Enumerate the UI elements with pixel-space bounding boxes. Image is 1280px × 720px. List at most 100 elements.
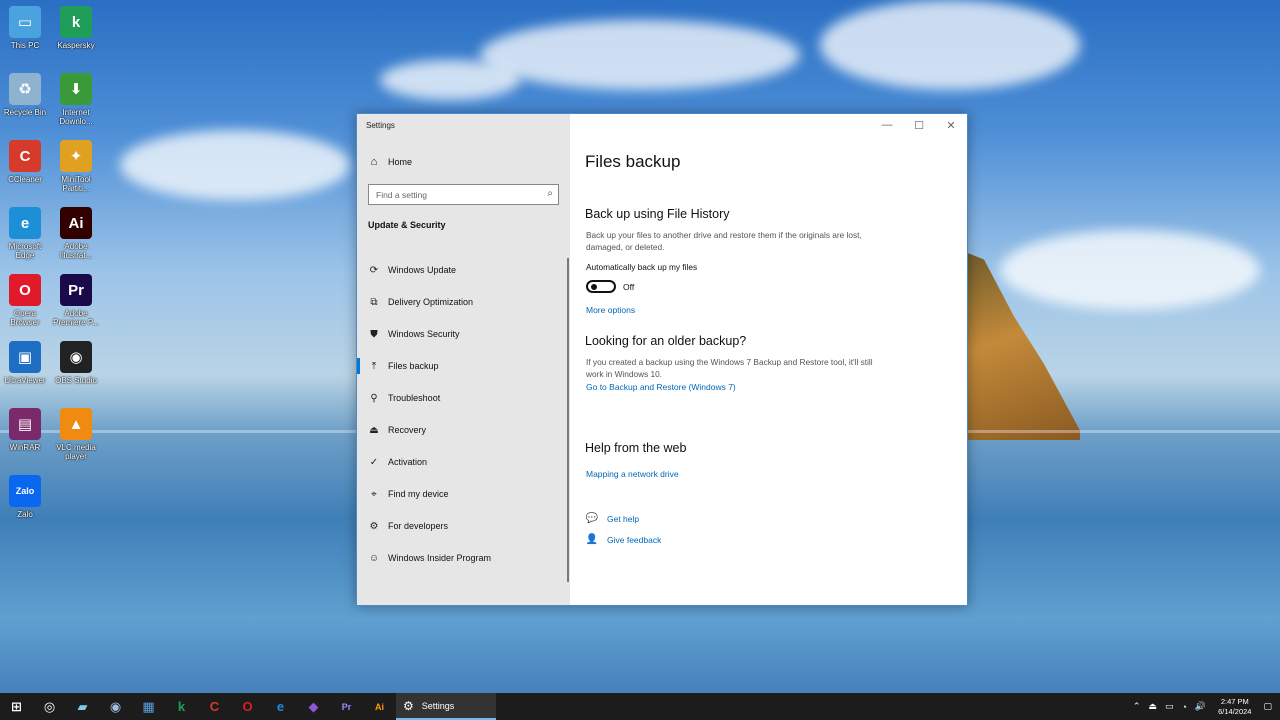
taskbar-settings-app[interactable]: ⚙ Settings: [396, 693, 496, 720]
give-feedback-link[interactable]: 👤 Give feedback: [585, 534, 662, 545]
desktop-icon[interactable]: C CCleaner: [0, 140, 50, 184]
pinned-apps: ◎ ▰ ◉ ▦ k C Oe ◆ Pr Ai: [33, 693, 396, 720]
edge-icon[interactable]: e: [264, 693, 297, 720]
gear-icon: ⚙: [403, 698, 414, 713]
notepad-icon[interactable]: ▰: [66, 693, 99, 720]
desktop-icon-label: CCleaner: [8, 175, 42, 184]
sidebar-item-activation[interactable]: ✓ Activation: [357, 446, 570, 478]
backup-restore-link[interactable]: Go to Backup and Restore (Windows 7): [586, 382, 736, 392]
illustrator-icon[interactable]: Ai: [363, 693, 396, 720]
usb-icon[interactable]: ⏏: [1148, 701, 1157, 712]
sidebar-item-label: Find my device: [388, 489, 449, 499]
search-placeholder: Find a setting: [376, 190, 428, 200]
sidebar-item-delivery-optimization[interactable]: ⧉ Delivery Optimization: [357, 286, 570, 318]
check-circle-icon: ✓: [369, 456, 379, 468]
sidebar-item-windows-insider-program[interactable]: ☺ Windows Insider Program: [357, 542, 570, 574]
visual-studio-icon[interactable]: ◆: [297, 693, 330, 720]
edge-icon: e: [9, 207, 41, 239]
wifi-icon[interactable]: ◔: [1181, 702, 1186, 712]
feedback-icon: 👤: [585, 534, 599, 545]
desktop-icon[interactable]: ▣ UltraViewer: [0, 341, 50, 385]
cloud: [120, 130, 350, 200]
winrar-icon: ▤: [9, 408, 41, 440]
toggle-label: Automatically back up my files: [586, 262, 698, 272]
sidebar-item-windows-security[interactable]: ⛊ Windows Security: [357, 318, 570, 350]
sidebar: Settings ⌂ Home Find a setting ⌕ Update …: [357, 114, 570, 605]
sidebar-item-label: Windows Insider Program: [388, 553, 492, 563]
page-title: Files backup: [585, 152, 681, 171]
ccleaner-icon: C: [9, 140, 41, 172]
scrollbar[interactable]: [567, 258, 569, 582]
shield-icon: ⛊: [370, 328, 378, 340]
desktop-icon[interactable]: ⬇ Internet Downlo...: [51, 73, 101, 126]
get-help-label: Get help: [607, 513, 640, 524]
search-icon[interactable]: ⌕: [547, 188, 553, 199]
file-history-heading: Back up using File History: [585, 207, 730, 221]
opera-icon: O: [9, 274, 41, 306]
start-button[interactable]: ⊞: [0, 693, 33, 720]
file-history-description: Back up your files to another drive and …: [586, 230, 862, 252]
recovery-icon: ⏏: [369, 424, 379, 436]
desktop-icon-label: WinRAR: [9, 443, 41, 452]
desktop-icon[interactable]: k Kaspersky: [51, 6, 101, 50]
desktop-icon[interactable]: O Opera Browser: [0, 274, 50, 327]
toggle-knob: [591, 284, 597, 290]
cloud: [480, 20, 800, 90]
windows-logo-icon: ⊞: [11, 698, 22, 714]
mapping-network-link[interactable]: Mapping a network drive: [586, 469, 679, 479]
clock[interactable]: 2:47 PM 6/14/2024: [1218, 697, 1251, 717]
ccleaner-icon[interactable]: C: [198, 693, 231, 720]
desktop-icon[interactable]: Pr Adobe Premiere P...: [51, 274, 101, 327]
cloud: [1000, 230, 1260, 310]
system-tray: ⌃ ⏏ ▭ ◔ 🔊 2:47 PM 6/14/2024 ▢: [1129, 693, 1280, 720]
sidebar-item-windows-update[interactable]: ⟳ Windows Update: [357, 254, 570, 286]
premiere-icon: Pr: [60, 274, 92, 306]
desktop-icon[interactable]: ▲ VLC media player: [51, 408, 101, 461]
desktop-icon[interactable]: Ai Adobe Illustrat...: [51, 207, 101, 260]
calculator-icon[interactable]: ▦: [132, 693, 165, 720]
desktop-icon[interactable]: Zalo Zalo: [0, 475, 50, 519]
illustrator-icon: Ai: [60, 207, 92, 239]
wrench-icon: ⚲: [370, 392, 378, 404]
desktop-icon[interactable]: ◉ OBS Studio: [51, 341, 101, 385]
desktop-icon-label: Internet Downlo...: [59, 108, 93, 126]
opera-icon[interactable]: O: [231, 693, 264, 720]
vlc-icon: ▲: [60, 408, 92, 440]
older-backup-description: If you created a backup using the Window…: [586, 357, 873, 379]
kaspersky-icon[interactable]: k: [165, 693, 198, 720]
premiere-icon[interactable]: Pr: [330, 693, 363, 720]
auto-backup-toggle[interactable]: [586, 280, 616, 293]
desktop-icon-label: OBS Studio: [55, 376, 97, 385]
network-icon[interactable]: ▭: [1165, 701, 1174, 712]
more-options-link[interactable]: More options: [586, 305, 635, 315]
desktop-icon-label: Adobe Illustrat...: [59, 242, 93, 260]
desktop-icon[interactable]: ♻ Recycle Bin: [0, 73, 50, 117]
sidebar-item-label: For developers: [388, 521, 449, 531]
desktop-icon[interactable]: e Microsoft Edge: [0, 207, 50, 260]
insider-icon: ☺: [368, 552, 380, 564]
time: 2:47 PM: [1220, 696, 1249, 706]
sidebar-item-find-my-device[interactable]: ⌖ Find my device: [357, 478, 570, 510]
notification-icon[interactable]: ▢: [1263, 701, 1272, 712]
desktop-icon[interactable]: ✦ MiniTool Partiti...: [51, 140, 101, 193]
desktop-icon[interactable]: ▤ WinRAR: [0, 408, 50, 452]
search-input[interactable]: Find a setting ⌕: [368, 184, 559, 205]
window-title: Settings: [366, 121, 395, 130]
get-help-link[interactable]: 💬 Get help: [585, 513, 639, 524]
sidebar-item-files-backup[interactable]: ⤒ Files backup: [357, 350, 570, 382]
desktop-icon[interactable]: ▭ This PC: [0, 6, 50, 50]
sidebar-item-for-developers[interactable]: ⚙ For developers: [357, 510, 570, 542]
chat-help-icon: 💬: [585, 513, 599, 524]
camera-icon[interactable]: ◉: [99, 693, 132, 720]
desktop-icon-label: Zalo: [17, 510, 33, 519]
older-backup-heading: Looking for an older backup?: [585, 334, 747, 348]
sidebar-item-label: Delivery Optimization: [388, 297, 474, 307]
cortana-icon[interactable]: ◎: [33, 693, 66, 720]
delivery-icon: ⧉: [370, 296, 378, 308]
chevron-up-icon[interactable]: ⌃: [1133, 701, 1141, 712]
desktop-icon-label: Opera Browser: [10, 309, 40, 327]
sidebar-item-troubleshoot[interactable]: ⚲ Troubleshoot: [357, 382, 570, 414]
home-link[interactable]: ⌂ Home: [367, 156, 412, 168]
sidebar-item-recovery[interactable]: ⏏ Recovery: [357, 414, 570, 446]
volume-icon[interactable]: 🔊: [1195, 701, 1206, 712]
